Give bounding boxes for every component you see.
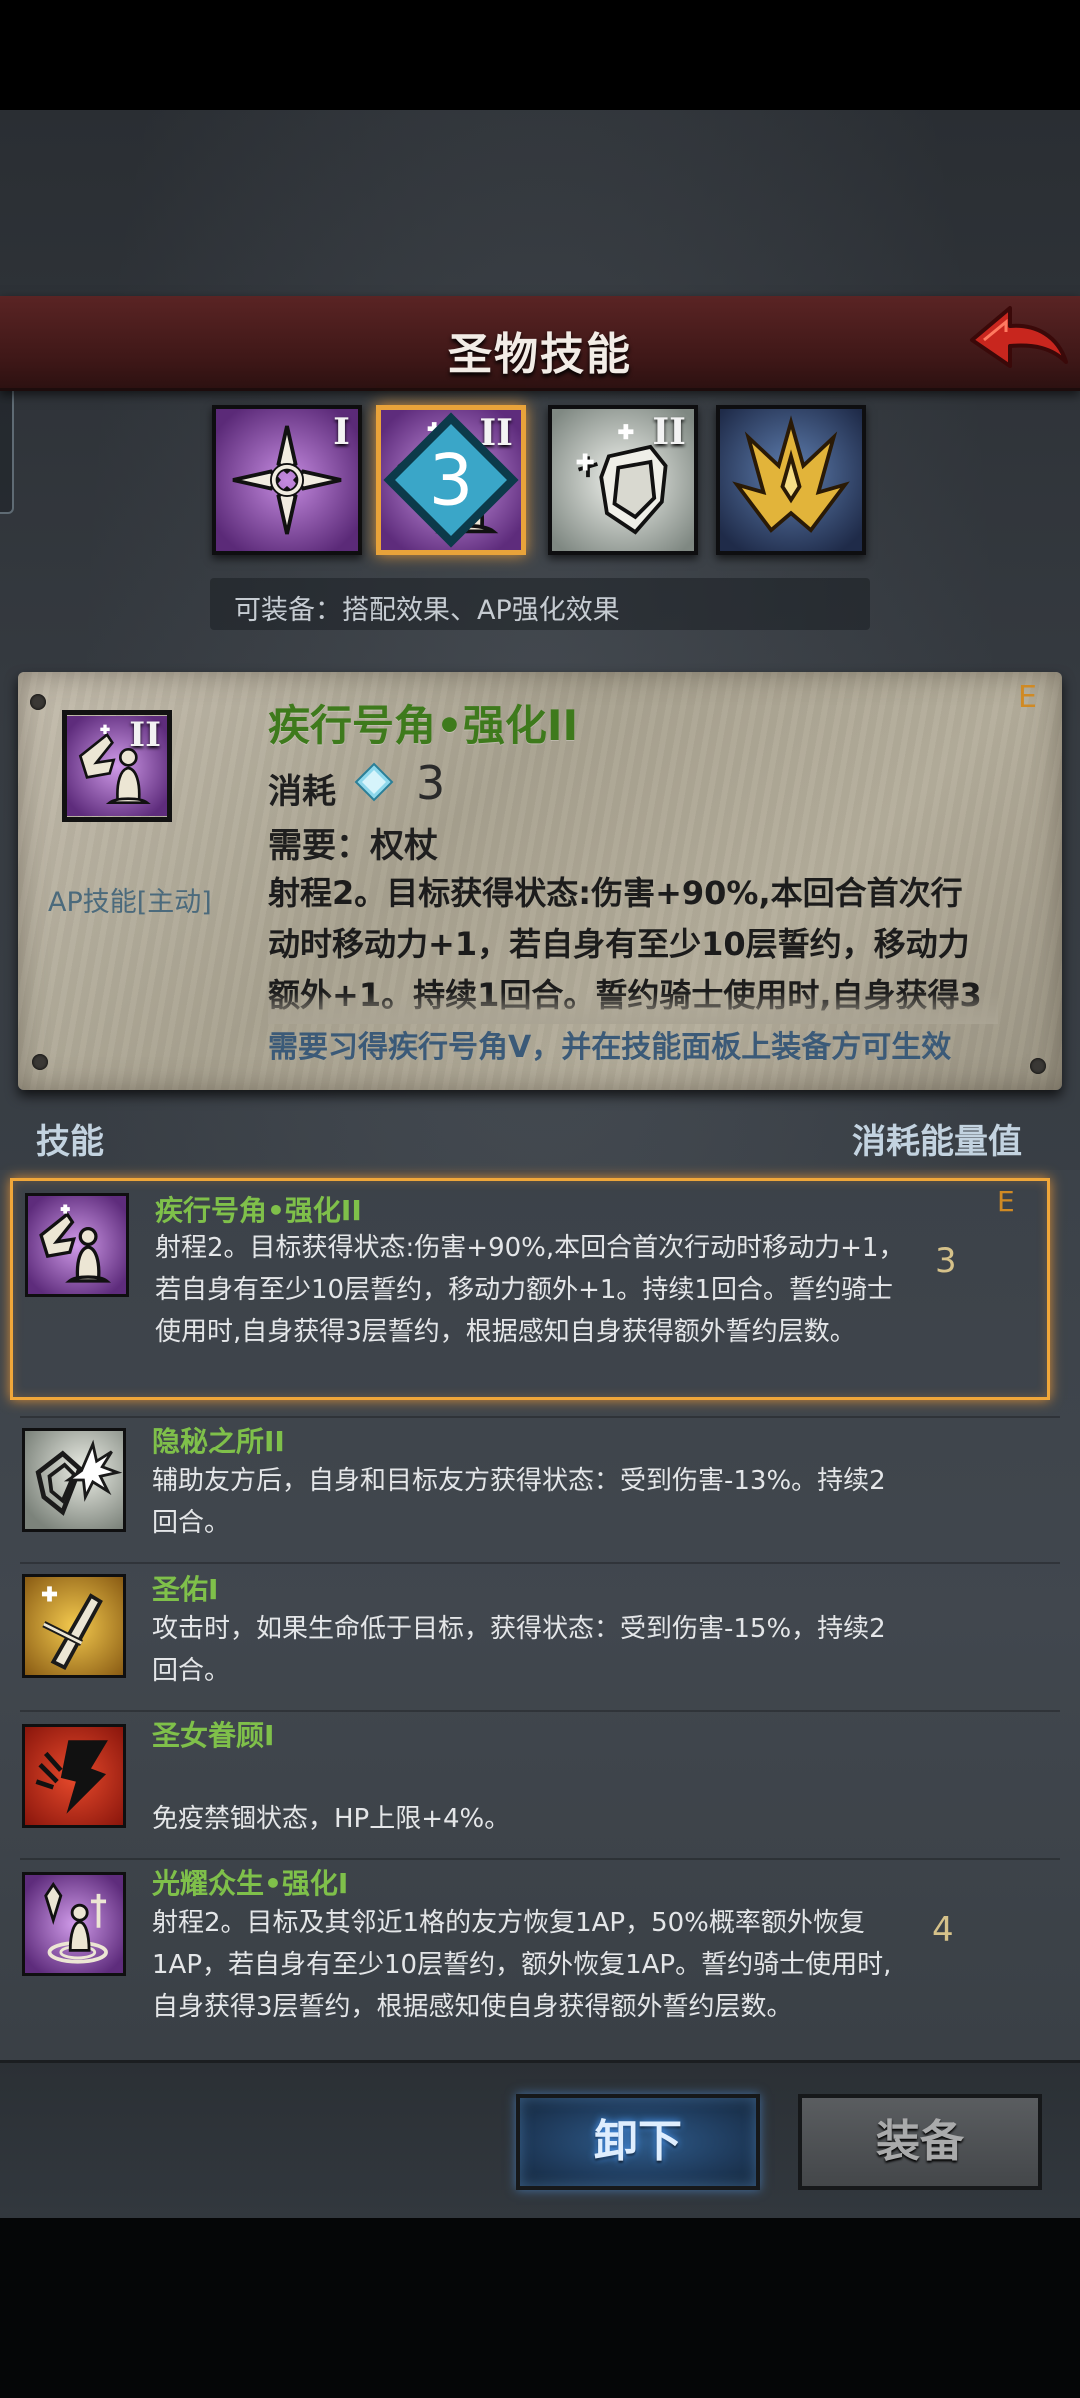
- hidden-shelter-icon: [25, 1431, 123, 1529]
- skill-list[interactable]: 疾行号角•强化II 射程2。目标获得状态:伤害+90%,本回合首次行动时移动力+…: [0, 1170, 1080, 2060]
- back-arrow-icon: [970, 306, 1068, 368]
- energy-gem-icon: [354, 762, 394, 802]
- skill-row-cost: 4: [932, 1910, 954, 1950]
- radiant-figure-icon: [25, 1875, 123, 1973]
- skill-row-name: 光耀众生•强化I: [152, 1867, 349, 1900]
- skill-row-name: 隐秘之所II: [152, 1425, 285, 1458]
- skill-row-grade: E: [997, 1185, 1015, 1218]
- relic-tab-4[interactable]: [716, 405, 866, 555]
- title-bar: 圣物技能: [0, 296, 1080, 391]
- row-divider: [20, 1710, 1060, 1712]
- requirement-text: 需要：权杖: [268, 826, 438, 866]
- relic-tab-2[interactable]: II 3: [376, 405, 526, 555]
- skill-name: 疾行号角•强化II: [268, 701, 579, 750]
- list-header-skill: 技能: [36, 1122, 104, 1162]
- page-title: 圣物技能: [448, 329, 632, 380]
- skill-row-cost: 3: [935, 1241, 957, 1281]
- relic-level: II: [652, 411, 686, 453]
- skill-row-desc: 免疫禁锢状态，HP上限+4%。: [152, 1804, 511, 1834]
- skill-row-icon: [22, 1574, 126, 1678]
- relic-level: I: [333, 411, 350, 453]
- equip-note: 可装备：搭配效果、AP强化效果: [210, 578, 870, 630]
- skill-type-label: AP技能[主动]: [48, 887, 212, 918]
- horn-figure-icon: [28, 1196, 126, 1294]
- relic-tab-1[interactable]: I: [212, 405, 362, 555]
- skill-row[interactable]: 疾行号角•强化II 射程2。目标获得状态:伤害+90%,本回合首次行动时移动力+…: [10, 1178, 1050, 1400]
- skill-row-name: 疾行号角•强化II: [155, 1194, 362, 1227]
- holy-sword-icon: [25, 1577, 123, 1675]
- list-header-cost: 消耗能量值: [852, 1122, 1022, 1162]
- pin-decoration: [1030, 1058, 1046, 1074]
- skill-row[interactable]: 光耀众生•强化I 射程2。目标及其邻近1格的友方恢复1AP，50%概率额外恢复1…: [10, 1862, 1050, 2052]
- row-divider: [20, 1562, 1060, 1564]
- skill-row[interactable]: 圣女眷顾I 免疫禁锢状态，HP上限+4%。: [10, 1714, 1050, 1854]
- skill-detail-card: II AP技能[主动] E 疾行号角•强化II 消耗 3 需要：权杖 射程2。目…: [18, 672, 1062, 1090]
- cost-label: 消耗: [268, 772, 336, 812]
- pin-decoration: [32, 1054, 48, 1070]
- learn-hint: 需要习得疾行号角V，并在技能面板上装备方可生效: [268, 1030, 952, 1065]
- back-button[interactable]: [966, 300, 1072, 378]
- unequip-button[interactable]: 卸下: [516, 2094, 760, 2190]
- navigation-area: [0, 2218, 1080, 2398]
- skill-row-icon: [25, 1193, 129, 1297]
- skill-row-name: 圣佑I: [152, 1573, 219, 1606]
- relic-badge-count: 3: [429, 440, 474, 522]
- app-root: 圣物技能 I II 3 II 可装备：搭配效果、AP强化效果 II AP技能[主…: [0, 0, 1080, 2398]
- skill-row-desc: 射程2。目标及其邻近1格的友方恢复1AP，50%概率额外恢复1AP，若自身有至少…: [152, 1908, 892, 2022]
- diamond-badge-icon: 3: [383, 412, 519, 548]
- cost-value: 3: [416, 756, 446, 810]
- skill-row[interactable]: 隐秘之所II 辅助友方后，自身和目标友方获得状态：受到伤害-13%。持续2回合。: [10, 1420, 1050, 1560]
- row-divider: [20, 1858, 1060, 1860]
- row-divider: [20, 1416, 1060, 1418]
- golden-crown-icon: [720, 409, 862, 551]
- status-bar-area: [0, 0, 1080, 110]
- detail-level: II: [129, 715, 161, 755]
- skill-grade: E: [1018, 680, 1037, 715]
- skill-row-name: 圣女眷顾I: [152, 1719, 275, 1752]
- skill-row-icon: [22, 1428, 126, 1532]
- skill-row-icon: [22, 1724, 126, 1828]
- skill-row-icon: [22, 1872, 126, 1976]
- detail-skill-icon: II: [62, 710, 172, 822]
- skill-row-desc: 攻击时，如果生命低于目标，获得状态：受到伤害-15%，持续2回合。: [152, 1614, 886, 1686]
- description-fade: [268, 992, 998, 1024]
- equip-button[interactable]: 装备: [798, 2094, 1042, 2190]
- equip-note-text: 可装备：搭配效果、AP强化效果: [234, 595, 620, 626]
- skill-row-desc: 射程2。目标获得状态:伤害+90%,本回合首次行动时移动力+1，若自身有至少10…: [155, 1233, 905, 1347]
- broken-chain-icon: [25, 1727, 123, 1825]
- pin-decoration: [30, 694, 46, 710]
- skill-row-desc: 辅助友方后，自身和目标友方获得状态：受到伤害-13%。持续2回合。: [152, 1466, 886, 1538]
- skill-row[interactable]: 圣佑I 攻击时，如果生命低于目标，获得状态：受到伤害-15%，持续2回合。: [10, 1566, 1050, 1708]
- relic-tab-3[interactable]: II: [548, 405, 698, 555]
